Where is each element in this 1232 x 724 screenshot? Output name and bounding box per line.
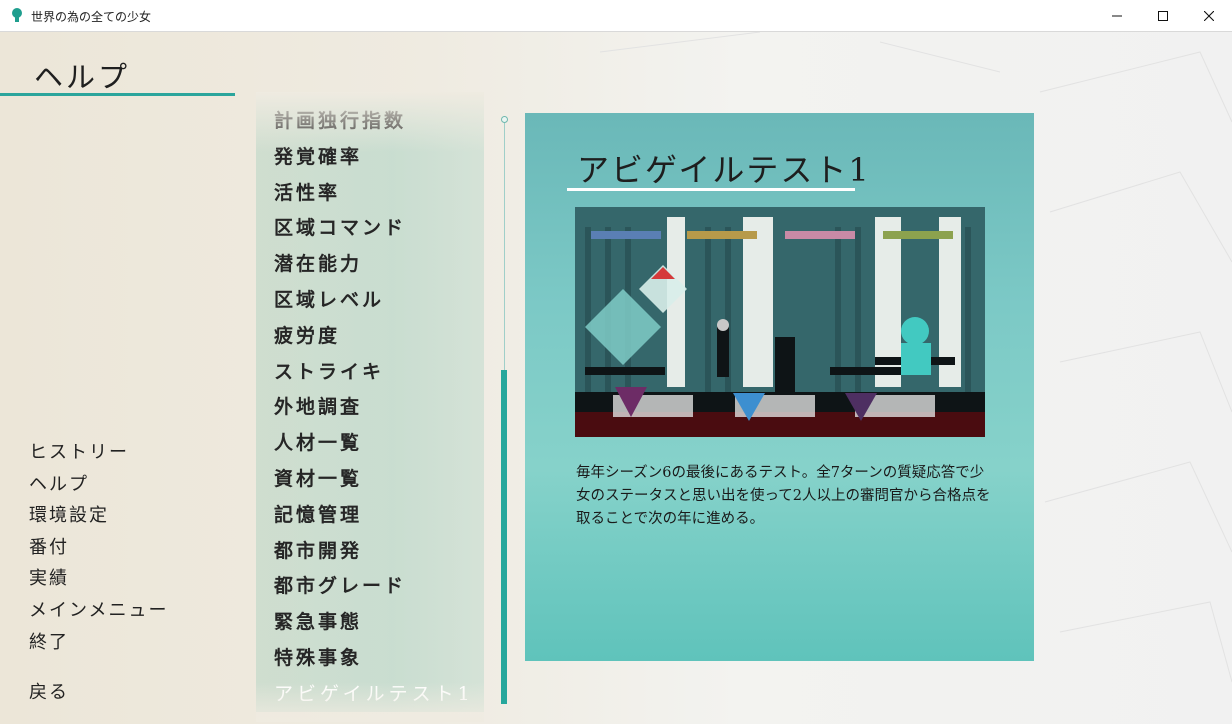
- menu-item-settings[interactable]: 環境設定: [29, 501, 168, 533]
- topic-item[interactable]: 人材一覧: [274, 428, 474, 464]
- topic-item[interactable]: 疲労度: [274, 321, 474, 357]
- content-description: 毎年シーズン6の最後にあるテスト。全7ターンの質疑応答で少女のステータスと思い出…: [576, 465, 991, 527]
- topic-item[interactable]: 発覚確率: [274, 142, 474, 178]
- screen-title: ヘルプ: [34, 60, 131, 94]
- menu-item-quit[interactable]: 終了: [29, 628, 168, 660]
- topic-item[interactable]: 区域レベル: [274, 285, 474, 321]
- topic-item[interactable]: 潜在能力: [274, 249, 474, 285]
- window-title: 世界の為の全ての少女: [31, 10, 152, 24]
- menu-item-achievements[interactable]: 実績: [29, 564, 168, 596]
- topic-item[interactable]: 区域コマンド: [274, 213, 474, 249]
- topic-item[interactable]: 記憶管理: [274, 500, 474, 536]
- maximize-button[interactable]: [1140, 0, 1186, 31]
- help-content-panel: アビゲイルテスト1 毎年シーズン6の最後にあるテスト。全7ターンの質疑応答で少女…: [525, 113, 1034, 661]
- menu-item-help[interactable]: ヘルプ: [29, 470, 168, 502]
- screenshot-image: [575, 207, 985, 437]
- menu-item-main-menu[interactable]: メインメニュー: [29, 596, 168, 628]
- topic-item[interactable]: 都市開発: [274, 536, 474, 572]
- close-icon: [1204, 10, 1214, 21]
- menu-item-ranking[interactable]: 番付: [29, 533, 168, 565]
- window-titlebar: 世界の為の全ての少女: [0, 0, 1232, 32]
- topic-list[interactable]: 計画独行指数 発覚確率 活性率 区域コマンド 潜在能力 区域レベル 疲労度 スト…: [274, 106, 474, 715]
- minimize-icon: [1112, 15, 1122, 16]
- content-title: アビゲイルテスト1: [577, 151, 871, 189]
- maximize-icon: [1158, 10, 1168, 21]
- app-icon: [12, 8, 22, 22]
- back-button[interactable]: 戻る: [29, 678, 69, 704]
- topic-item[interactable]: 緊急事態: [274, 607, 474, 643]
- topic-item-selected[interactable]: アビゲイルテスト1: [274, 679, 474, 715]
- topic-item[interactable]: 資材一覧: [274, 464, 474, 500]
- content-title-underline: [567, 188, 855, 191]
- topic-item[interactable]: 活性率: [274, 178, 474, 214]
- scrollbar-top-marker: [501, 116, 508, 123]
- title-underline: [0, 93, 235, 96]
- minimize-button[interactable]: [1094, 0, 1140, 31]
- game-screen: ヘルプ ヒストリー ヘルプ 環境設定 番付 実績 メインメニュー 終了 戻る 計…: [0, 32, 1232, 724]
- topic-item[interactable]: ストライキ: [274, 357, 474, 393]
- topic-item[interactable]: 外地調査: [274, 392, 474, 428]
- close-button[interactable]: [1186, 0, 1232, 31]
- main-menu: ヒストリー ヘルプ 環境設定 番付 実績 メインメニュー 終了: [29, 438, 168, 659]
- topic-item[interactable]: 都市グレード: [274, 571, 474, 607]
- topic-item[interactable]: 計画独行指数: [274, 106, 474, 142]
- topic-item[interactable]: 特殊事象: [274, 643, 474, 679]
- scrollbar-thumb[interactable]: [501, 370, 507, 704]
- menu-item-history[interactable]: ヒストリー: [29, 438, 168, 470]
